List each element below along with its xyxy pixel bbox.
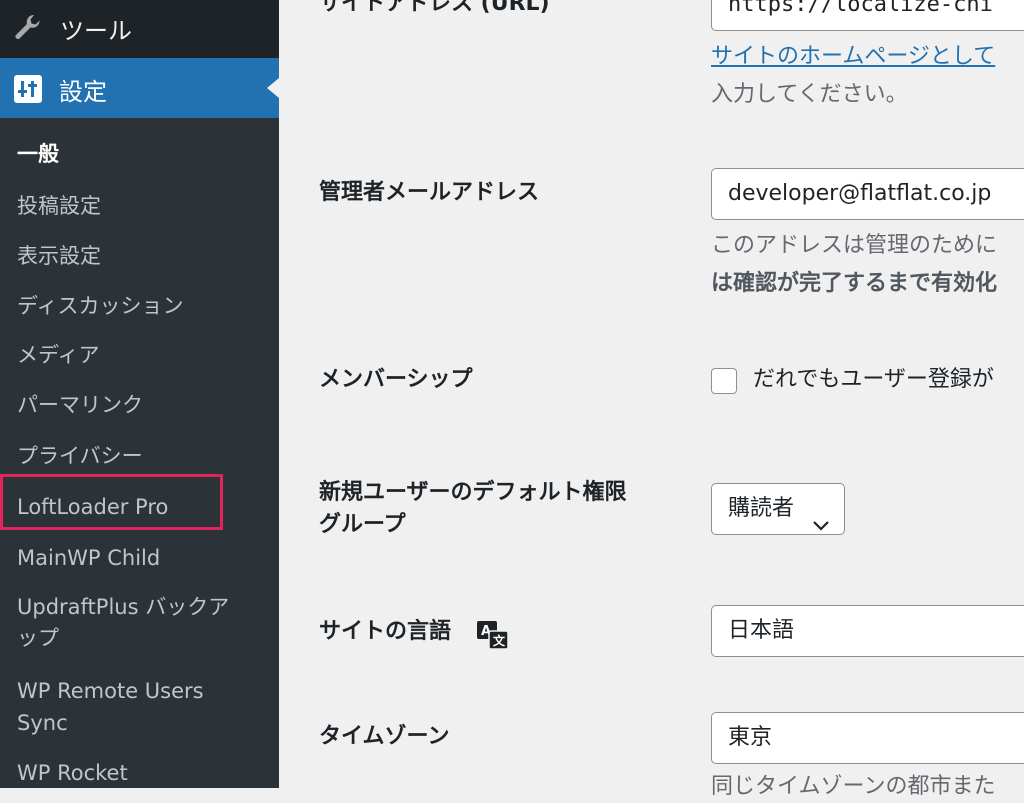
svg-text:文: 文 — [493, 633, 506, 648]
menu-item-settings-label: 設定 — [59, 78, 107, 106]
timezone-label: タイムゾーン — [319, 724, 450, 749]
submenu-permalinks[interactable]: パーマリンク — [17, 389, 143, 421]
admin-email-label: 管理者メールアドレス — [319, 180, 540, 205]
site-language-label: サイトの言語 — [319, 619, 452, 644]
menu-item-settings[interactable]: 設定 — [0, 58, 279, 118]
timezone-select[interactable]: 東京 — [711, 712, 1024, 764]
admin-sidebar: ツール 設定 一般 投稿設定 表示設定 ディスカッション メディア パーマリンク… — [0, 0, 279, 788]
menu-item-tools[interactable]: ツール — [0, 0, 279, 58]
submenu-privacy[interactable]: プライバシー — [17, 440, 143, 472]
submenu-wp-rocket[interactable]: WP Rocket — [17, 757, 128, 789]
submenu-updraftplus[interactable]: UpdraftPlus バックア — [17, 591, 229, 623]
submenu-wp-remote-users-sync-line2[interactable]: Sync — [17, 707, 68, 739]
membership-label: メンバーシップ — [319, 367, 473, 392]
settings-form: サイトアドレス (URL) https://localize-chi サイトのホ… — [279, 0, 1024, 799]
submenu-mainwp-child[interactable]: MainWP Child — [17, 542, 160, 574]
submenu-media[interactable]: メディア — [17, 339, 100, 371]
submenu-writing[interactable]: 投稿設定 — [17, 190, 101, 222]
settings-sliders-icon — [14, 75, 42, 103]
chevron-down-icon — [812, 502, 830, 552]
admin-email-desc: このアドレスは管理のために — [711, 233, 998, 258]
default-role-select[interactable]: 購読者 — [711, 483, 845, 535]
site-address-desc: 入力してください。 — [711, 82, 908, 107]
admin-email-input[interactable]: developer@flatflat.co.jp — [711, 168, 1024, 220]
site-address-desc-link[interactable]: サイトのホームページとして — [711, 41, 995, 73]
default-role-label-line2: グループ — [319, 512, 406, 537]
translation-icon: A 文 — [476, 620, 510, 650]
membership-checkbox-label[interactable]: だれでもユーザー登録が — [753, 364, 994, 396]
wrench-icon — [12, 12, 42, 42]
current-menu-arrow — [267, 78, 279, 98]
membership-checkbox[interactable] — [711, 368, 737, 394]
site-address-input[interactable]: https://localize-chi — [711, 0, 1024, 31]
default-role-selected: 購読者 — [728, 496, 795, 521]
submenu-reading[interactable]: 表示設定 — [17, 240, 101, 272]
default-role-label: 新規ユーザーのデフォルト権限 — [319, 480, 627, 505]
submenu-general[interactable]: 一般 — [17, 138, 59, 170]
admin-email-desc-bold: は確認が完了するまで有効化 — [711, 271, 998, 296]
timezone-desc: 同じタイムゾーンの都市また — [711, 774, 996, 799]
submenu-wp-remote-users-sync[interactable]: WP Remote Users — [17, 675, 204, 707]
submenu-updraftplus-line2[interactable]: ップ — [17, 622, 59, 654]
site-address-label: サイトアドレス (URL) — [319, 0, 550, 16]
menu-item-tools-label: ツール — [60, 17, 132, 45]
submenu-discussion[interactable]: ディスカッション — [17, 290, 184, 322]
site-language-select[interactable]: 日本語 — [711, 605, 1024, 657]
highlight-box — [0, 474, 223, 530]
